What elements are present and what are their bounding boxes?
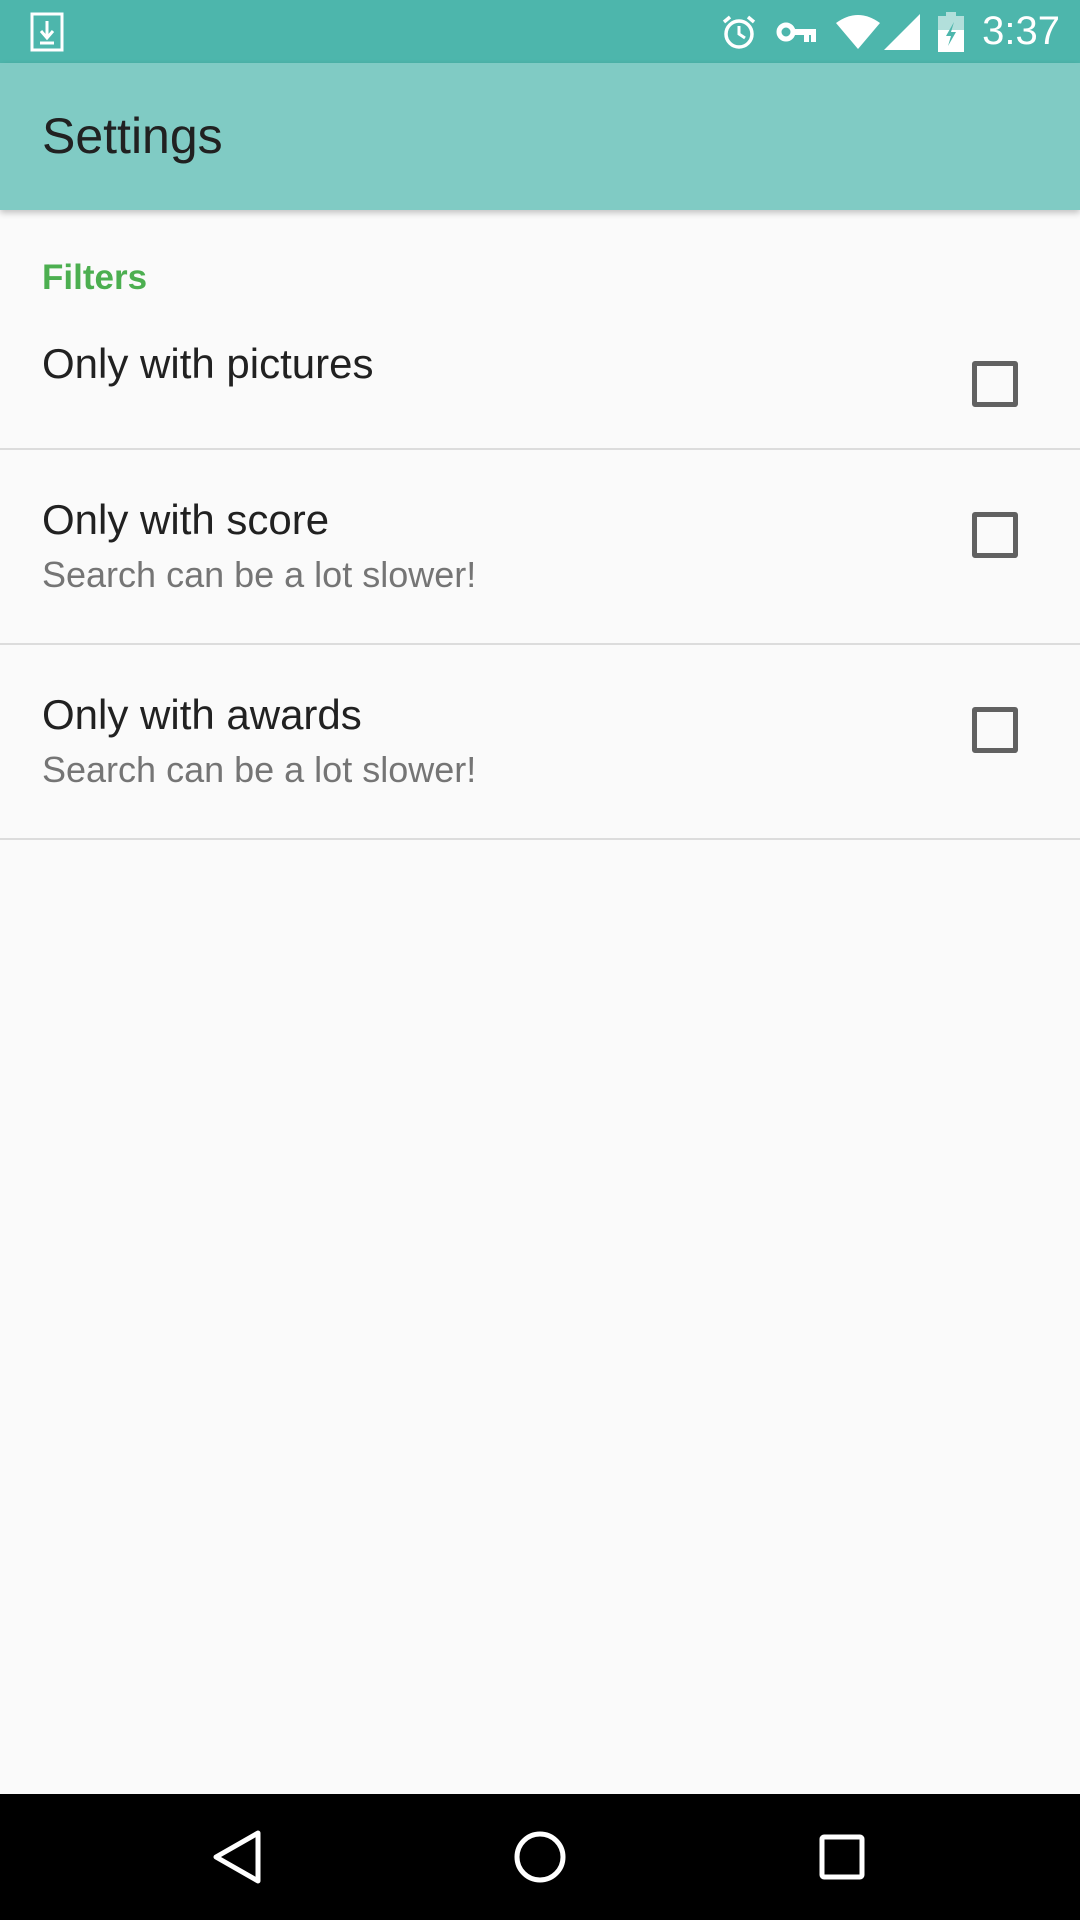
pref-only-with-pictures[interactable]: Only with pictures	[0, 318, 1080, 450]
back-icon[interactable]	[208, 1827, 268, 1887]
pref-summary: Search can be a lot slower!	[42, 554, 477, 595]
settings-list: Filters Only with pictures Only with sco…	[0, 210, 1080, 840]
category-header-filters: Filters	[42, 258, 148, 297]
download-icon	[30, 12, 64, 52]
wifi-icon	[836, 14, 881, 49]
awards-checkbox[interactable]	[972, 707, 1018, 753]
page-title: Settings	[42, 108, 223, 164]
alarm-icon	[723, 15, 756, 49]
navigation-bar	[0, 1794, 1080, 1920]
status-bar: 3:37	[0, 0, 1080, 63]
pref-summary: Search can be a lot slower!	[42, 749, 477, 790]
signal-icon	[884, 13, 921, 50]
pref-title: Only with pictures	[42, 340, 374, 387]
score-checkbox[interactable]	[972, 512, 1018, 558]
status-time: 3:37	[982, 9, 1060, 53]
pictures-checkbox[interactable]	[972, 361, 1018, 407]
pref-only-with-score[interactable]: Only with score Search can be a lot slow…	[0, 450, 1080, 645]
recents-icon[interactable]	[812, 1827, 872, 1887]
pref-title: Only with score	[42, 496, 330, 543]
home-icon[interactable]	[510, 1827, 570, 1887]
pref-only-with-awards[interactable]: Only with awards Search can be a lot slo…	[0, 645, 1080, 840]
battery-icon	[938, 11, 965, 52]
vpn-key-icon	[776, 22, 817, 42]
pref-title: Only with awards	[42, 691, 362, 738]
app-bar: Settings	[0, 63, 1080, 210]
